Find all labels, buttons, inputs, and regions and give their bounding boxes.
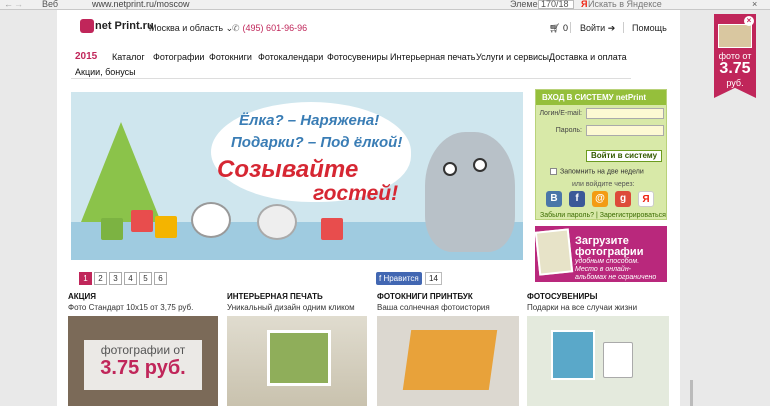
- gift-illustration: [155, 216, 177, 238]
- goat-illustration: [425, 132, 515, 252]
- gift-illustration: [131, 210, 153, 232]
- divider: [623, 22, 624, 33]
- remember-me-checkbox[interactable]: Запомнить на две недели: [550, 168, 644, 175]
- upload-title: фотографии: [575, 246, 644, 258]
- phone-number: ✆ (495) 601-96-96: [232, 23, 308, 33]
- photobook-photo: [377, 316, 519, 406]
- nav-item-interior[interactable]: Интерьерная печать: [390, 52, 475, 62]
- canvas-print-image: [267, 330, 331, 386]
- login-field[interactable]: [586, 108, 664, 119]
- social-login-label: или войдите через:: [572, 181, 635, 188]
- login-icon: ➔: [607, 23, 616, 33]
- nav-item-photos[interactable]: Фотографии: [153, 52, 204, 62]
- tree-illustration: [81, 122, 161, 222]
- upload-text: удобным способом.: [575, 258, 640, 265]
- promo-photo: [718, 24, 752, 48]
- slide-button[interactable]: 6: [154, 272, 167, 285]
- cart-button[interactable]: 🛒︎ 0: [549, 23, 568, 34]
- slide-button[interactable]: 3: [109, 272, 122, 285]
- login-panel: ВХОД В СИСТЕМУ netPrint Логин/E-mail: Па…: [535, 89, 667, 220]
- scrollbar[interactable]: [690, 380, 693, 406]
- password-field[interactable]: [586, 125, 664, 136]
- nav-item-souvenirs[interactable]: Фотосувениры: [327, 52, 388, 62]
- login-link[interactable]: Войти ➔: [580, 23, 615, 34]
- login-submit-button[interactable]: Войти в систему: [586, 150, 662, 162]
- login-links: Забыли пароль? | Зарегистрироваться: [540, 212, 666, 219]
- browser-toolbar: ← → Веб www.netprint.ru/moscow Элементы:…: [0, 0, 770, 10]
- photobook-image: [402, 330, 498, 390]
- product-tile-photobooks[interactable]: ФОТОКНИГИ ПРИНТБУК Ваша солнечная фотоис…: [377, 292, 527, 406]
- main-nav: 2015 Каталог Фотографии Фотокниги Фотока…: [71, 49, 631, 79]
- divider: [570, 22, 571, 33]
- like-count: 14: [425, 272, 442, 285]
- calendar-image: [551, 330, 595, 380]
- phone-icon: ✆: [232, 23, 240, 33]
- nav-year-link[interactable]: 2015: [75, 51, 97, 62]
- yandex-icon: Я: [581, 0, 588, 9]
- register-link[interactable]: Зарегистрироваться: [600, 212, 666, 219]
- interior-photo: [227, 316, 367, 406]
- upload-text: альбомах не ограничено: [575, 274, 657, 281]
- login-label: Логин/E-mail:: [539, 110, 582, 117]
- banner-slogan: гостей!: [313, 182, 399, 205]
- price-promo-tag[interactable]: фото от 3.75 руб.: [714, 14, 756, 98]
- slide-button[interactable]: 2: [94, 272, 107, 285]
- nav-item-delivery[interactable]: Доставка и оплата: [549, 52, 627, 62]
- close-icon[interactable]: ×: [752, 0, 757, 9]
- gift-illustration: [101, 218, 123, 240]
- banner-headline: Подарки? – Под ёлкой!: [231, 134, 403, 151]
- vk-login-icon[interactable]: В: [546, 191, 562, 207]
- product-tile-sale[interactable]: АКЦИЯ Фото Стандарт 10х15 от 3,75 руб. ф…: [68, 292, 218, 406]
- photos-image: [535, 228, 574, 276]
- goat-eye: [473, 158, 487, 172]
- sale-photo: фотографии от 3.75 руб.: [68, 316, 218, 406]
- nav-item-catalog[interactable]: Каталог: [112, 52, 145, 62]
- logo-icon: [80, 19, 94, 33]
- region-selector[interactable]: Москва и область ⌄: [149, 23, 233, 34]
- back-icon[interactable]: ←: [4, 0, 13, 9]
- help-link[interactable]: Помощь: [632, 23, 667, 33]
- slide-button[interactable]: 1: [79, 272, 92, 285]
- password-label: Пароль:: [555, 127, 582, 134]
- close-icon[interactable]: ×: [744, 16, 754, 26]
- login-panel-title: ВХОД В СИСТЕМУ netPrint: [536, 90, 666, 105]
- promo-banner[interactable]: Ёлка? – Наряжена! Подарки? – Под ёлкой! …: [71, 92, 523, 260]
- banner-slogan: Созывайте: [217, 156, 359, 183]
- yandex-search-input[interactable]: Искать в Яндексе: [588, 0, 698, 9]
- nav-item-promotions[interactable]: Акции, бонусы: [75, 67, 136, 77]
- nav-item-photobooks[interactable]: Фотокниги: [209, 52, 252, 62]
- forgot-password-link[interactable]: Забыли пароль?: [540, 212, 594, 219]
- find-field[interactable]: 170/18: [538, 0, 574, 9]
- souvenirs-photo: [527, 316, 669, 406]
- site-logo[interactable]: net Print.ru: [80, 19, 154, 35]
- upload-text: Место в онлайн-: [575, 266, 631, 273]
- nav-item-services[interactable]: Услуги и сервисы: [476, 52, 549, 62]
- product-tile-interior[interactable]: ИНТЕРЬЕРНАЯ ПЕЧАТЬ Уникальный дизайн одн…: [227, 292, 377, 406]
- cart-icon: 🛒︎: [549, 23, 563, 33]
- goat-eye: [443, 162, 457, 176]
- slide-button[interactable]: 5: [139, 272, 152, 285]
- mailru-login-icon[interactable]: @: [592, 191, 608, 207]
- mug-image: [603, 342, 633, 378]
- checkbox-icon: [550, 168, 557, 175]
- sheep-illustration: [257, 204, 297, 240]
- address-bar[interactable]: www.netprint.ru/moscow: [92, 0, 190, 9]
- page-container: net Print.ru Москва и область ⌄ ✆ (495) 6…: [57, 10, 680, 406]
- banner-headline: Ёлка? – Наряжена!: [239, 112, 380, 129]
- nav-item-calendars[interactable]: Фотокалендари: [258, 52, 323, 62]
- facebook-login-icon[interactable]: f: [569, 191, 585, 207]
- slide-pager: 123456: [79, 272, 169, 285]
- forward-icon[interactable]: →: [14, 0, 23, 9]
- browser-tab[interactable]: Веб: [42, 0, 58, 9]
- price-overlay: фотографии от 3.75 руб.: [84, 340, 202, 390]
- gift-illustration: [321, 218, 343, 240]
- product-tile-souvenirs[interactable]: ФОТОСУВЕНИРЫ Подарки на все случаи жизни: [527, 292, 677, 406]
- sheep-illustration: [191, 202, 231, 238]
- facebook-like-button[interactable]: f Нравится: [376, 272, 422, 285]
- yandex-login-icon[interactable]: Я: [638, 191, 654, 207]
- upload-photos-promo[interactable]: Загрузите фотографии удобным способом. М…: [535, 226, 667, 282]
- slide-button[interactable]: 4: [124, 272, 137, 285]
- google-login-icon[interactable]: g: [615, 191, 631, 207]
